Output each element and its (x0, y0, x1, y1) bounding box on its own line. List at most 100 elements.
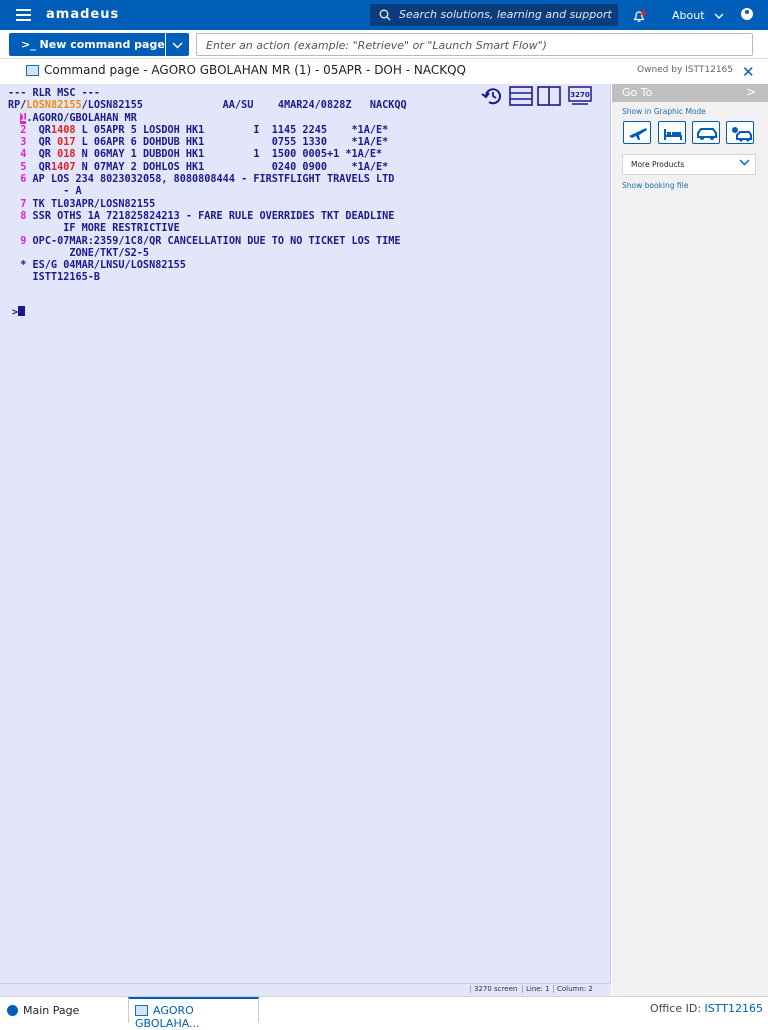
close-icon[interactable]: ✕ (742, 65, 755, 80)
search-placeholder: Search solutions, learning and support (399, 8, 612, 21)
chevron-right-icon: > (745, 85, 756, 99)
action-input[interactable]: Enter an action (example: "Retrieve" or … (196, 33, 753, 56)
history-icon[interactable] (481, 86, 503, 106)
terminal-status-bar: 3270 screen Line: 1 Column: 2 (0, 983, 611, 996)
user-icon[interactable] (741, 8, 753, 20)
notification-icon[interactable] (633, 8, 647, 27)
terminal-segment: L 05APR 5 LOSDOH HK1 I 1145 2245 *1A/E* (75, 124, 389, 136)
command-page-icon (135, 1005, 148, 1016)
car-button[interactable] (692, 121, 720, 144)
terminal-segment: 5 (8, 161, 39, 173)
goto-panel: Go To > Show in Graphic Mode More Produc… (612, 84, 768, 996)
terminal-line: 5 QR1407 N 07MAY 2 DOHLOS HK1 0240 0900 … (8, 162, 407, 174)
terminal-line: * ES/G 04MAR/LNSU/LOSN82155 (8, 260, 407, 272)
search-icon (379, 9, 391, 21)
terminal-line: IF MORE RESTRICTIVE (8, 223, 407, 235)
line-indicator: Line: 1 (522, 985, 550, 993)
tab-main-page[interactable]: Main Page (0, 997, 79, 1023)
terminal-line: 9 OPC-07MAR:2359/1C8/QR CANCELLATION DUE… (8, 236, 407, 248)
terminal-segment: - A (8, 186, 82, 198)
about-label: About (672, 9, 705, 22)
terminal-segment: N 06MAY 1 DUBDOH HK1 1 1500 0005+1 *1A/E… (75, 149, 383, 161)
terminal-segment: 2 (8, 124, 39, 136)
terminal-segment: 017 (57, 137, 76, 149)
split-vertical-icon[interactable] (537, 86, 561, 106)
bottom-tab-bar: Main Page AGORO GBOLAHA... Office ID: IS… (0, 996, 768, 1030)
terminal-line: 4 QR 018 N 06MAY 1 DUBDOH HK1 1 1500 000… (8, 149, 407, 161)
terminal-segment: L 06APR 6 DOHDUB HK1 0755 1330 *1A/E* (75, 137, 389, 149)
terminal-segment: .AGORO/GBOLAHAN MR (26, 112, 137, 124)
goto-title: Go To (622, 86, 653, 99)
svg-text:3270: 3270 (570, 91, 590, 99)
terminal-segment: /LOSN82155 AA/SU 4MAR24/0828Z NACKQQ (81, 100, 407, 112)
terminal-segment: OPC-07MAR:2359/1C8/QR CANCELLATION DUE T… (32, 235, 401, 247)
terminal-segment: 7 (8, 198, 33, 210)
terminal-segment: 9 (8, 235, 33, 247)
terminal-segment: 4 (8, 149, 39, 161)
terminal-line: - A (8, 186, 407, 198)
terminal-segment: 8 (8, 210, 33, 222)
command-bar: >_ New command page Enter an action (exa… (0, 30, 768, 59)
terminal-segment: ZONE/TKT/S2-5 (8, 247, 150, 259)
page-title: Command page - AGORO GBOLAHAN MR (1) - 0… (44, 63, 466, 77)
command-prompt[interactable]: > (12, 306, 26, 318)
menu-icon[interactable] (16, 9, 31, 21)
terminal-screen[interactable]: --- RLR MSC --- RP/LOSN82155/LOSN82155 AA… (0, 84, 611, 983)
screen-mode: 3270 screen (470, 985, 517, 993)
chevron-down-icon (739, 158, 750, 169)
terminal-segment: RP/ (8, 100, 27, 112)
terminal-line: 7 TK TL03APR/LOSN82155 (8, 199, 407, 211)
column-indicator: Column: 2 (553, 985, 593, 993)
terminal-line: --- RLR MSC --- (8, 88, 407, 100)
car-icon (697, 128, 717, 140)
top-bar: amadeus Search solutions, learning and s… (0, 0, 768, 30)
terminal-output: --- RLR MSC --- RP/LOSN82155/LOSN82155 AA… (8, 88, 407, 285)
transfer-button[interactable] (726, 121, 754, 144)
screen-3270-button[interactable]: 3270 (568, 86, 592, 106)
show-graphic-mode-link[interactable]: Show in Graphic Mode (622, 107, 706, 116)
terminal-segment: ISTT12165-B (8, 272, 101, 284)
terminal-segment: 1408 (50, 124, 76, 136)
flight-button[interactable] (623, 121, 651, 144)
search-box[interactable]: Search solutions, learning and support (370, 4, 618, 26)
goto-header[interactable]: Go To > (612, 84, 768, 102)
terminal-segment: 1407 (50, 161, 76, 173)
new-command-page-button[interactable]: >_ New command page (9, 33, 165, 56)
terminal-segment: 6 (8, 174, 33, 186)
terminal-line: 8 SSR OTHS 1A 721825824213 - FARE RULE O… (8, 211, 407, 223)
terminal-line: 2 QR1408 L 05APR 5 LOSDOH HK1 I 1145 224… (8, 125, 407, 137)
terminal-line: RP/LOSN82155/LOSN82155 AA/SU 4MAR24/0828… (8, 100, 407, 112)
terminal-segment: TK TL03APR/LOSN82155 (32, 198, 156, 210)
terminal-line: ZONE/TKT/S2-5 (8, 248, 407, 260)
tab-command-page[interactable]: AGORO GBOLAHA... (128, 997, 259, 1030)
office-id: Office ID: ISTT12165 (650, 1002, 763, 1015)
terminal-segment: 018 (57, 149, 76, 161)
about-menu[interactable]: About (672, 9, 724, 22)
command-page-icon (26, 65, 39, 76)
terminal-segment: QR (38, 124, 51, 136)
brand-logo: amadeus (46, 7, 120, 22)
hotel-button[interactable] (658, 121, 686, 144)
page-title-bar: Command page - AGORO GBOLAHAN MR (1) - 0… (0, 60, 768, 84)
split-horizontal-icon[interactable] (509, 86, 533, 106)
show-booking-file-link[interactable]: Show booking file (622, 181, 688, 190)
terminal-segment: QR (38, 149, 58, 161)
chevron-down-icon (714, 9, 724, 22)
more-products-select[interactable]: More Products (622, 154, 756, 175)
terminal-line: 6 AP LOS 234 8023032058, 8080808444 - FI… (8, 174, 407, 186)
terminal-segment (8, 113, 20, 124)
flight-icon (629, 128, 647, 140)
office-id-label: Office ID: (650, 1002, 702, 1015)
terminal-line: 1.AGORO/GBOLAHAN MR (8, 112, 407, 125)
new-command-dropdown-button[interactable] (166, 33, 189, 56)
terminal-segment: --- RLR MSC --- (8, 88, 101, 99)
terminal-segment: LOSN82155 (26, 100, 82, 112)
terminal-segment: AP LOS 234 8023032058, 8080808444 - FIRS… (32, 174, 395, 186)
terminal-line: ISTT12165-B (8, 272, 407, 284)
amadeus-icon (7, 1005, 18, 1016)
more-products-label: More Products (631, 160, 685, 169)
hotel-icon (664, 129, 682, 140)
terminal-segment: 3 (8, 137, 39, 149)
text-cursor (18, 306, 26, 316)
owner-label: Owned by ISTT12165 (637, 65, 733, 75)
